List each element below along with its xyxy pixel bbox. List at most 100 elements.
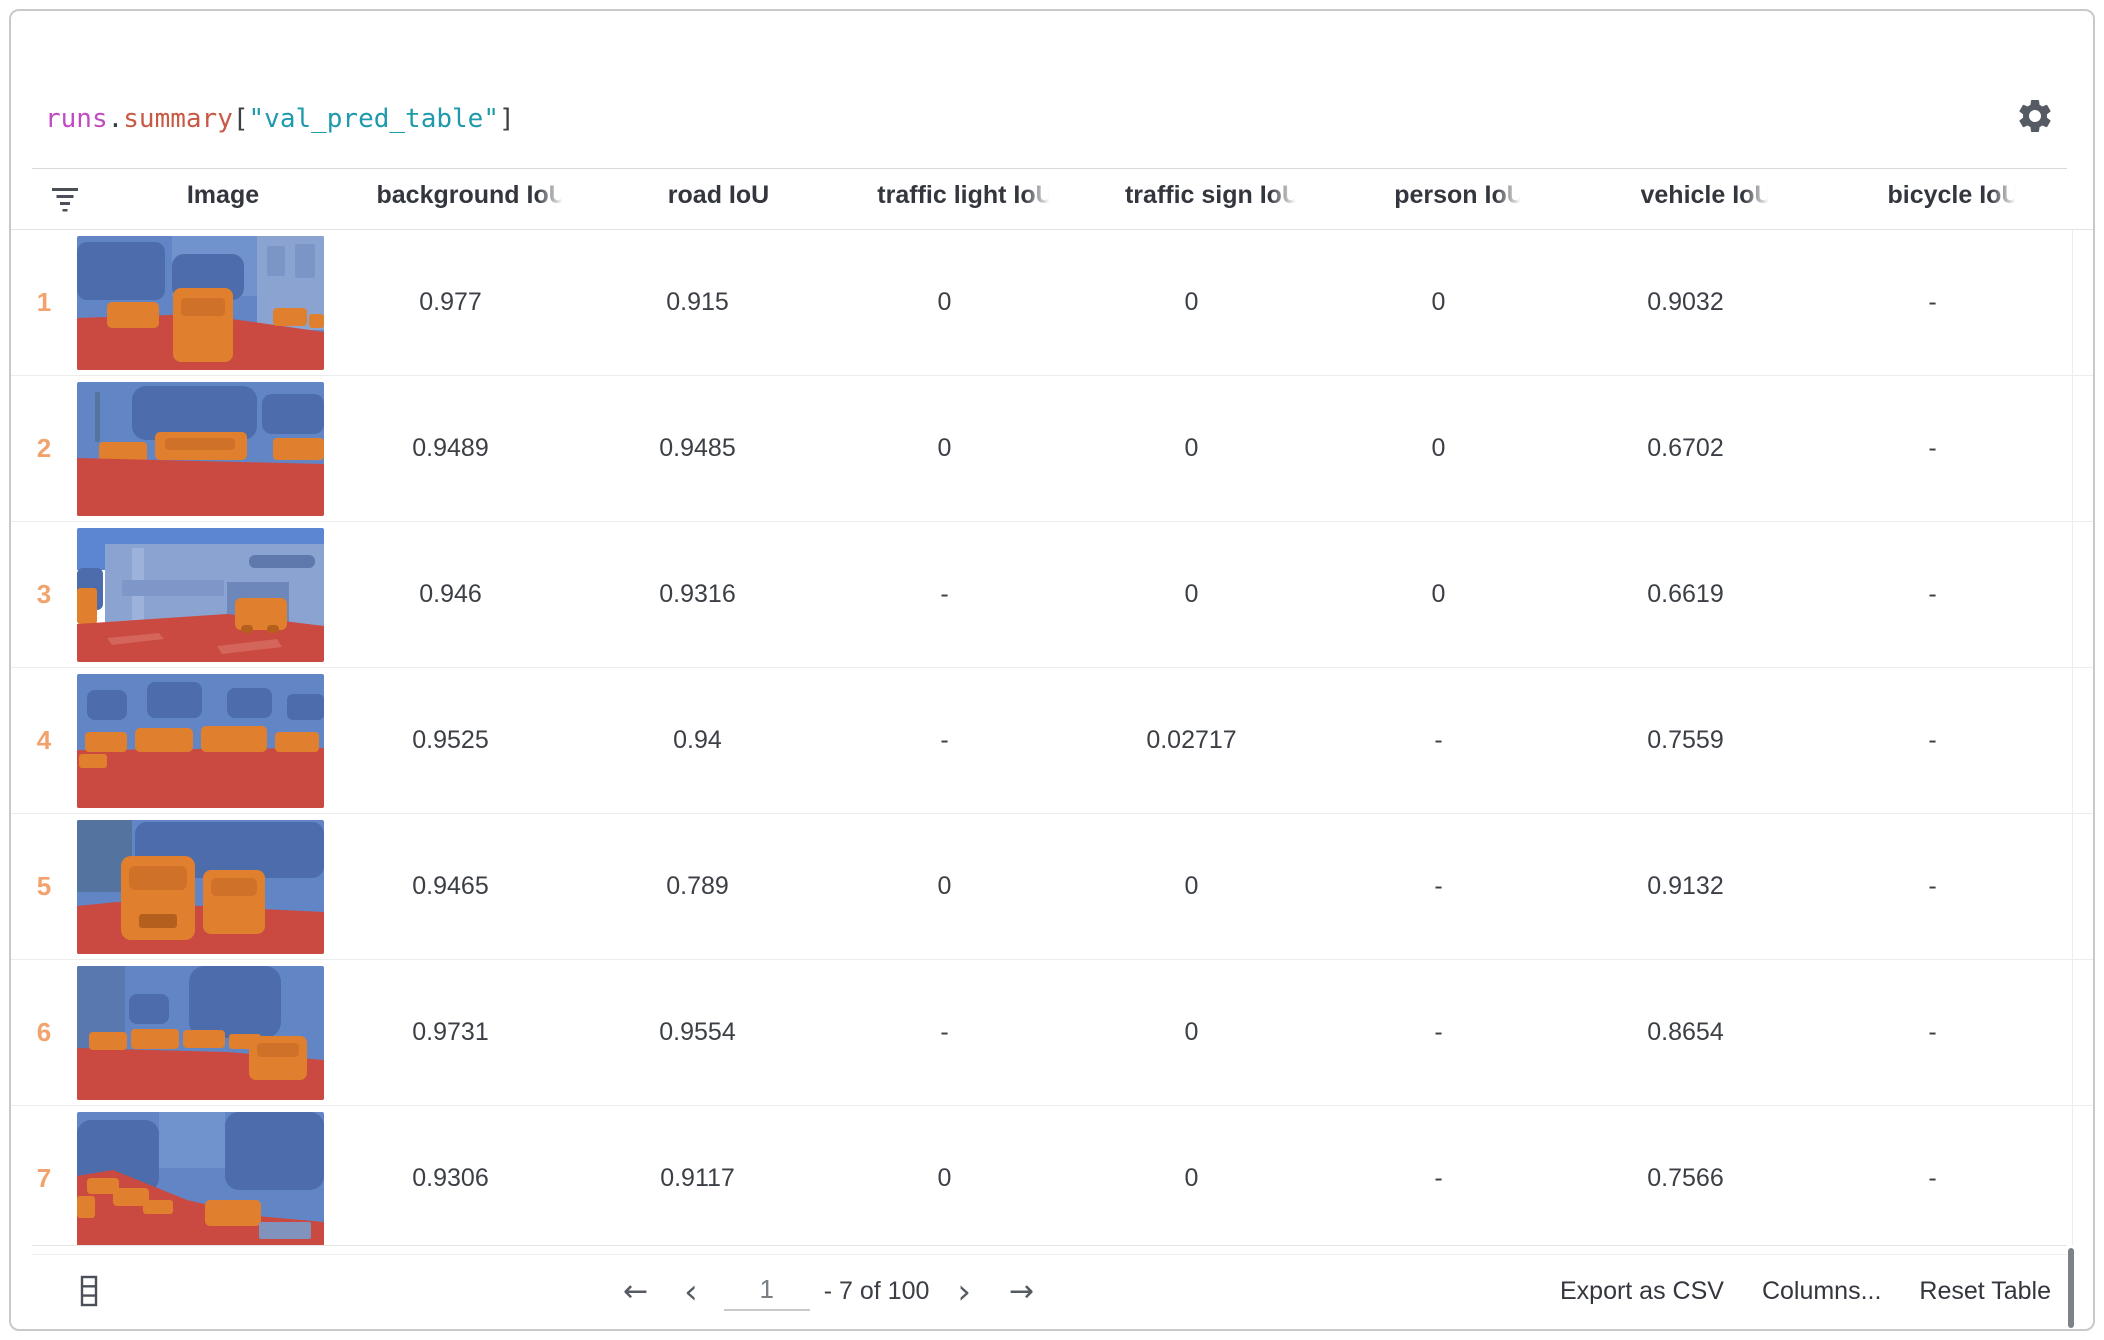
- table-row: 10.9770.9150000.9032-: [11, 230, 2095, 376]
- value-cell: -: [1809, 1018, 2056, 1047]
- column-header-label: traffic sign IoU: [1125, 181, 1300, 210]
- row-thumbnail[interactable]: [77, 674, 324, 808]
- row-thumbnail[interactable]: [77, 236, 324, 370]
- page-range-label: - 7 of 100: [824, 1277, 930, 1306]
- table-row: 50.94650.78900-0.9132-: [11, 814, 2095, 960]
- row-thumbnail[interactable]: [77, 528, 324, 662]
- value-cell: 0.977: [327, 288, 574, 317]
- segmentation-overlay-parking-lot-image: [77, 528, 324, 662]
- value-cell: -: [1315, 726, 1562, 755]
- column-header-vehicle-iou[interactable]: vehicle IoU: [1583, 181, 1830, 217]
- value-cell: -: [1809, 288, 2056, 317]
- image-cell: [77, 523, 327, 667]
- value-cell: 0.94: [574, 726, 821, 755]
- row-index: 2: [11, 433, 77, 464]
- page-background: { "panel": { "code_tokens": [ {"text": "…: [0, 0, 2104, 1340]
- row-index: 5: [11, 871, 77, 902]
- rows-per-page-button[interactable]: [74, 1269, 104, 1313]
- segmentation-overlay-intersection-image: [77, 674, 324, 808]
- footer-actions: Export as CSV Columns... Reset Table: [1560, 1255, 2051, 1328]
- value-cell: 0.9465: [327, 872, 574, 901]
- row-thumbnail[interactable]: [77, 1112, 324, 1246]
- table-footer: ← ‹ - 7 of 100 › → Export as CSV Columns…: [11, 1255, 2093, 1328]
- value-cell: 0.9489: [327, 434, 574, 463]
- column-header-label: traffic light IoU: [877, 181, 1053, 210]
- column-header-label: person IoU: [1394, 181, 1525, 210]
- column-header-label: Image: [187, 181, 259, 210]
- value-cell: 0: [1315, 434, 1562, 463]
- page-number-input[interactable]: [724, 1272, 810, 1311]
- export-csv-button[interactable]: Export as CSV: [1560, 1277, 1724, 1306]
- value-cell: 0.8654: [1562, 1018, 1809, 1047]
- value-cell: -: [1809, 1164, 2056, 1193]
- row-thumbnail[interactable]: [77, 382, 324, 516]
- value-cell: -: [1809, 434, 2056, 463]
- value-cell: 0.7566: [1562, 1164, 1809, 1193]
- vertical-scroll-track[interactable]: [2072, 230, 2073, 1245]
- code-token: .: [108, 104, 124, 134]
- table-row: 20.94890.94850000.6702-: [11, 376, 2095, 522]
- value-cell: 0: [1315, 288, 1562, 317]
- column-header-traffic-sign-iou[interactable]: traffic sign IoU: [1089, 181, 1336, 217]
- row-index: 3: [11, 579, 77, 610]
- table-rows-icon: [78, 1271, 100, 1311]
- code-token: summary: [123, 104, 233, 134]
- column-header-person-iou[interactable]: person IoU: [1336, 181, 1583, 217]
- column-header-image[interactable]: Image: [98, 181, 348, 217]
- filter-button[interactable]: [32, 186, 98, 212]
- value-cell: 0: [821, 288, 1068, 317]
- column-header-bicycle-iou[interactable]: bicycle IoU: [1830, 181, 2077, 217]
- column-header-traffic-light-iou[interactable]: traffic light IoU: [842, 181, 1089, 217]
- value-cell: 0.9554: [574, 1018, 821, 1047]
- value-cell: 0.9316: [574, 580, 821, 609]
- column-header-label: road IoU: [668, 181, 769, 210]
- last-page-icon: →: [1009, 1274, 1034, 1309]
- reset-table-button[interactable]: Reset Table: [1919, 1277, 2051, 1306]
- segmentation-overlay-street-scene-image: [77, 820, 324, 954]
- column-header-road-iou[interactable]: road IoU: [595, 181, 842, 217]
- panel-title-code: runs.summary["val_pred_table"]: [45, 99, 515, 139]
- columns-button[interactable]: Columns...: [1762, 1277, 1881, 1306]
- value-cell: 0.6619: [1562, 580, 1809, 609]
- value-cell: -: [821, 726, 1068, 755]
- value-cell: -: [1809, 726, 2056, 755]
- row-thumbnail[interactable]: [77, 820, 324, 954]
- first-page-icon: ←: [623, 1274, 648, 1309]
- image-cell: [77, 961, 327, 1105]
- segmentation-overlay-hill-street-image: [77, 1112, 324, 1246]
- row-thumbnail[interactable]: [77, 966, 324, 1100]
- next-page-button[interactable]: ›: [953, 1277, 975, 1307]
- column-header-background-iou[interactable]: background IoU: [348, 181, 595, 217]
- value-cell: 0: [821, 434, 1068, 463]
- prev-page-button[interactable]: ‹: [680, 1277, 702, 1307]
- value-cell: 0.789: [574, 872, 821, 901]
- value-cell: 0.02717: [1068, 726, 1315, 755]
- value-cell: 0.6702: [1562, 434, 1809, 463]
- value-cell: 0.946: [327, 580, 574, 609]
- image-cell: [77, 231, 327, 375]
- value-cell: 0: [821, 1164, 1068, 1193]
- value-cell: -: [821, 580, 1068, 609]
- table-row: 70.93060.911700-0.7566-: [11, 1106, 2095, 1251]
- table-panel-card: runs.summary["val_pred_table"] Image back…: [9, 9, 2095, 1331]
- filter-icon: [50, 186, 80, 212]
- code-token: "val_pred_table": [249, 104, 499, 134]
- column-header-label: vehicle IoU: [1641, 181, 1773, 210]
- code-token: [: [233, 104, 249, 134]
- row-index: 4: [11, 725, 77, 756]
- segmentation-overlay-street-scene-image: [77, 382, 324, 516]
- code-token: runs: [45, 104, 108, 134]
- image-cell: [77, 1107, 327, 1251]
- image-cell: [77, 377, 327, 521]
- pagination: ← ‹ - 7 of 100 › →: [619, 1255, 1038, 1328]
- gear-icon[interactable]: [2013, 95, 2057, 139]
- table-bottom-border: [32, 1245, 2067, 1246]
- last-page-button[interactable]: →: [1005, 1274, 1038, 1309]
- value-cell: -: [1809, 580, 2056, 609]
- value-cell: 0.9731: [327, 1018, 574, 1047]
- table-row: 60.97310.9554-0-0.8654-: [11, 960, 2095, 1106]
- value-cell: 0.7559: [1562, 726, 1809, 755]
- row-index: 7: [11, 1163, 77, 1194]
- first-page-button[interactable]: ←: [619, 1274, 652, 1309]
- value-cell: 0: [1068, 580, 1315, 609]
